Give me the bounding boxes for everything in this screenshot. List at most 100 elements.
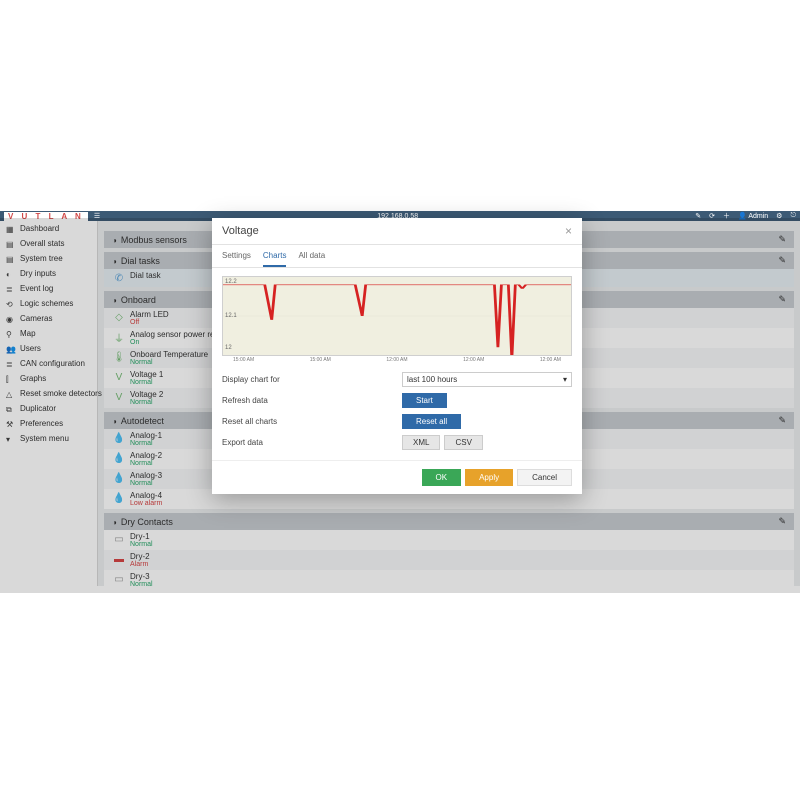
- edit-icon[interactable]: ✎: [778, 415, 786, 426]
- xtick: 12:00 AM: [540, 357, 561, 363]
- stats-icon: ▤: [6, 240, 14, 248]
- refresh-data-label: Refresh data: [222, 396, 402, 405]
- sidebar-item-label: Logic schemes: [20, 299, 73, 308]
- drop-icon: 💧: [114, 431, 124, 445]
- sidebar-item-label: Preferences: [20, 419, 63, 428]
- logout-icon[interactable]: ⎋: [790, 212, 796, 220]
- sidebar: ▦Dashboard ▤ Overall stats ▤ System tree ◐…: [0, 221, 98, 586]
- sidebar-item-system-menu[interactable]: ▾ System menu: [0, 431, 97, 446]
- sidebar-item-graphs[interactable]: ⫿ Graphs: [0, 371, 97, 386]
- edit-icon[interactable]: ✎: [778, 294, 786, 305]
- chevron-icon: ◑: [112, 518, 117, 527]
- voltage-icon: V: [114, 390, 124, 404]
- edit-icon[interactable]: ✎: [778, 234, 786, 245]
- sidebar-item-label: CAN configuration: [20, 359, 85, 368]
- admin-link[interactable]: 👤 Admin: [738, 212, 768, 220]
- map-icon: ⚲: [6, 330, 14, 338]
- export-data-label: Export data: [222, 438, 402, 447]
- sidebar-item-map[interactable]: ⚲ Map: [0, 326, 97, 341]
- edit-icon[interactable]: ✎: [778, 255, 786, 266]
- sidebar-item-label: Graphs: [20, 374, 46, 383]
- chevron-down-icon: ▾: [563, 375, 567, 384]
- brand-logo: V U T L A N: [4, 212, 88, 221]
- xtick: 12:00 AM: [386, 357, 407, 363]
- dry-icon: ◐: [6, 270, 14, 278]
- sidebar-item-label: Reset smoke detectors: [20, 389, 102, 398]
- csv-button[interactable]: CSV: [444, 435, 482, 450]
- xtick: 12:00 AM: [463, 357, 484, 363]
- contact-icon: ▬: [114, 552, 124, 566]
- list-item[interactable]: ▭Dry-3Normal: [104, 570, 794, 586]
- system-icon: ▾: [6, 435, 14, 443]
- sidebar-item-can-configuration[interactable]: ≣ CAN configuration: [0, 356, 97, 371]
- settings-icon[interactable]: ⚙: [776, 212, 782, 220]
- sidebar-item-label: System menu: [20, 434, 69, 443]
- ok-button[interactable]: OK: [422, 469, 462, 486]
- sidebar-item-dry-inputs[interactable]: ◐ Dry inputs: [0, 266, 97, 281]
- list-item[interactable]: ▭Dry-1Normal: [104, 530, 794, 550]
- sidebar-item-label: Map: [20, 329, 36, 338]
- sidebar-item-dashboard[interactable]: ▦Dashboard: [0, 221, 97, 236]
- sidebar-item-overall-stats[interactable]: ▤ Overall stats: [0, 236, 97, 251]
- sidebar-item-cameras[interactable]: ◉ Cameras: [0, 311, 97, 326]
- edit-icon[interactable]: ✎: [695, 212, 701, 220]
- sidebar-item-preferences[interactable]: ⚒ Preferences: [0, 416, 97, 431]
- sidebar-item-label: Cameras: [20, 314, 52, 323]
- apply-button[interactable]: Apply: [465, 469, 513, 486]
- phone-icon: ✆: [114, 271, 124, 285]
- sidebar-item-label: Dry inputs: [20, 269, 56, 278]
- reset-all-button[interactable]: Reset all: [402, 414, 461, 429]
- start-button[interactable]: Start: [402, 393, 447, 408]
- plug-icon: ⏚: [114, 330, 124, 344]
- preferences-icon: ⚒: [6, 420, 14, 428]
- drop-icon: 💧: [114, 491, 124, 505]
- menu-toggle-icon[interactable]: ☰: [94, 212, 100, 220]
- can-icon: ≣: [6, 360, 14, 368]
- modal-title: Voltage: [222, 225, 259, 237]
- sidebar-item-label: Users: [20, 344, 41, 353]
- display-chart-for-select[interactable]: last 100 hours ▾: [402, 372, 572, 387]
- section-dry-contacts[interactable]: ◑Dry Contacts ✎: [104, 513, 794, 530]
- dashboard-icon: ▦: [6, 225, 14, 233]
- sidebar-item-label: Overall stats: [20, 239, 64, 248]
- sidebar-item-label: Duplicator: [20, 404, 56, 413]
- tab-all-data[interactable]: All data: [298, 251, 325, 267]
- add-icon[interactable]: ＋: [723, 211, 730, 221]
- tree-icon: ▤: [6, 255, 14, 263]
- xtick: 15:00 AM: [233, 357, 254, 363]
- thermometer-icon: 🌡: [114, 350, 124, 364]
- display-chart-for-label: Display chart for: [222, 375, 402, 384]
- users-icon: 👥: [6, 345, 14, 353]
- tab-charts[interactable]: Charts: [263, 251, 287, 267]
- xtick: 15:00 AM: [310, 357, 331, 363]
- refresh-icon[interactable]: ⟳: [709, 212, 715, 220]
- sidebar-item-users[interactable]: 👥 Users: [0, 341, 97, 356]
- sidebar-item-label: System tree: [20, 254, 63, 263]
- drop-icon: 💧: [114, 471, 124, 485]
- logic-icon: ⟲: [6, 300, 14, 308]
- xml-button[interactable]: XML: [402, 435, 440, 450]
- voltage-chart: 12.2 12.1 12 15:00 AM 15:00 AM 12:00 AM …: [222, 276, 572, 356]
- edit-icon[interactable]: ✎: [778, 516, 786, 527]
- sidebar-item-reset-smoke-detectors[interactable]: △Reset smoke detectors: [0, 386, 97, 401]
- chevron-icon: ◑: [112, 236, 117, 245]
- reset-all-charts-label: Reset all charts: [222, 417, 402, 426]
- cancel-button[interactable]: Cancel: [517, 469, 572, 486]
- camera-icon: ◉: [6, 315, 14, 323]
- chevron-icon: ◑: [112, 257, 117, 266]
- list-item[interactable]: ▬Dry-2Alarm: [104, 550, 794, 570]
- voltage-icon: V: [114, 370, 124, 384]
- smoke-icon: △: [6, 390, 14, 398]
- sidebar-item-event-log[interactable]: ≣Event log: [0, 281, 97, 296]
- graph-icon: ⫿: [6, 375, 14, 383]
- sidebar-item-system-tree[interactable]: ▤ System tree: [0, 251, 97, 266]
- chevron-icon: ◑: [112, 417, 117, 426]
- drop-icon: 💧: [114, 451, 124, 465]
- tab-settings[interactable]: Settings: [222, 251, 251, 267]
- duplicator-icon: ⧉: [6, 405, 14, 413]
- sidebar-item-duplicator[interactable]: ⧉ Duplicator: [0, 401, 97, 416]
- ytick: 12: [225, 345, 232, 351]
- sidebar-item-logic-schemes[interactable]: ⟲ Logic schemes: [0, 296, 97, 311]
- chevron-icon: ◑: [112, 296, 117, 305]
- close-icon[interactable]: ×: [565, 224, 572, 238]
